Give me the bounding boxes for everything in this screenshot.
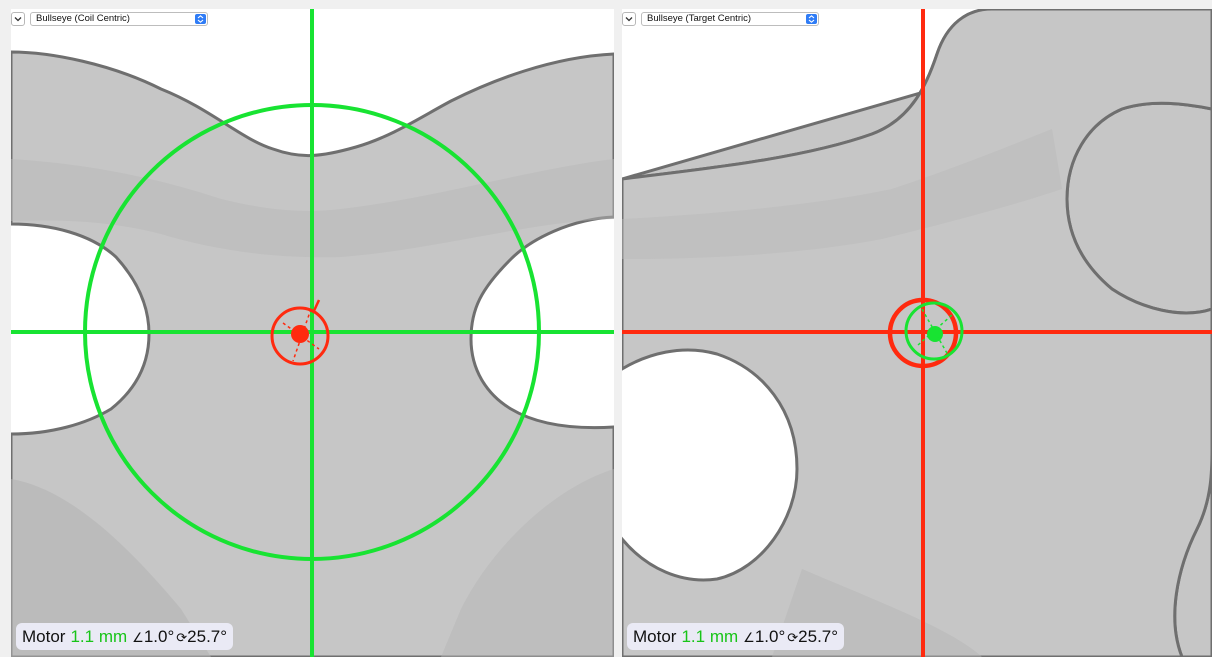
- view-mode-select[interactable]: Bullseye (Target Centric): [641, 11, 819, 26]
- motor-status: Motor 1.1 mm ∠1.0° ⟳25.7°: [16, 623, 234, 650]
- select-stepper-icon: [195, 13, 206, 24]
- angle-icon: ∠: [132, 629, 144, 645]
- motor-rotation: 25.7°: [798, 626, 839, 646]
- rotation-icon: ⟳: [787, 629, 799, 645]
- coil-centric-viewport[interactable]: [11, 9, 614, 657]
- view-mode-value: Bullseye (Coil Centric): [36, 12, 130, 24]
- coil-position-dot: [291, 325, 309, 343]
- motor-rotation: 25.7°: [187, 626, 228, 646]
- motor-status: Motor 1.1 mm ∠1.0° ⟳25.7°: [627, 623, 845, 650]
- target-centric-view[interactable]: Bullseye (Target Centric) Motor 1.1 mm ∠…: [622, 9, 1212, 657]
- motor-tilt: 1.0°: [754, 626, 786, 646]
- motor-label: Motor: [633, 626, 677, 646]
- motor-distance: 1.1 mm: [681, 626, 739, 646]
- select-stepper-icon: [806, 13, 817, 24]
- coil-centric-view[interactable]: Bullseye (Coil Centric) Motor 1.1 mm ∠1.…: [11, 9, 614, 657]
- target-centric-viewport[interactable]: [622, 9, 1212, 657]
- view-mode-value: Bullseye (Target Centric): [647, 12, 752, 24]
- view-mode-select[interactable]: Bullseye (Coil Centric): [30, 11, 208, 26]
- motor-label: Motor: [22, 626, 66, 646]
- view-toolbar: Bullseye (Coil Centric): [11, 9, 208, 28]
- motor-tilt: 1.0°: [143, 626, 175, 646]
- bullseye-views: Bullseye (Coil Centric) Motor 1.1 mm ∠1.…: [0, 0, 1212, 657]
- chevron-down-icon: [14, 16, 22, 21]
- collapse-button[interactable]: [622, 11, 636, 26]
- chevron-down-icon: [625, 16, 633, 21]
- angle-icon: ∠: [743, 629, 755, 645]
- motor-distance: 1.1 mm: [70, 626, 128, 646]
- rotation-icon: ⟳: [176, 629, 188, 645]
- view-toolbar: Bullseye (Target Centric): [622, 9, 819, 28]
- target-position-dot: [927, 326, 943, 342]
- collapse-button[interactable]: [11, 11, 25, 26]
